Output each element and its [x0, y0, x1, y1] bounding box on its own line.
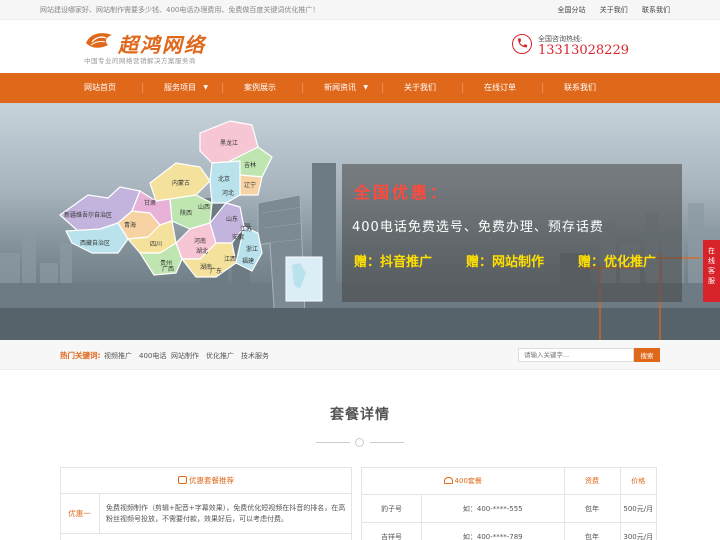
- top-link-branches[interactable]: 全国分站: [558, 6, 586, 14]
- promo-gift-website: 赠：网站制作: [466, 255, 545, 270]
- hero-banner[interactable]: 新疆维吾尔自治区 西藏自治区 青海 甘肃 四川 内蒙古 黑龙江 吉林 辽宁 北京…: [0, 103, 720, 340]
- table-header-price: 价格: [619, 467, 657, 495]
- table-header-fee: 资费: [563, 467, 621, 495]
- package-row-label: 优惠一: [60, 494, 100, 533]
- top-links: 全国分站 关于我们 联系我们: [546, 5, 670, 15]
- package-panel-title: 优惠套餐推荐: [189, 476, 234, 485]
- nav-divider: [142, 83, 143, 93]
- china-map: [59, 120, 273, 278]
- hot-keyword-website[interactable]: 网站制作: [171, 351, 199, 361]
- table-cell: 300元/月: [619, 522, 657, 540]
- table-cell: 豹子号: [361, 494, 422, 523]
- hot-keywords-bar: 热门关键词: 视频推广 400电话 网站制作 优化推广 技术服务 搜索: [0, 340, 720, 370]
- svg-text:黑龙江: 黑龙江: [220, 139, 238, 147]
- table-row: 吉祥号 如：400-****-789 包年 300元/月: [361, 522, 657, 540]
- svg-text:福建: 福建: [242, 257, 254, 265]
- nav-item-about[interactable]: 关于我们: [404, 73, 436, 103]
- logo-text[interactable]: 超鸿网络: [118, 29, 206, 58]
- svg-text:青海: 青海: [124, 221, 136, 229]
- hotline-number: 13313028229: [538, 43, 629, 58]
- top-link-about[interactable]: 关于我们: [600, 6, 628, 14]
- svg-text:四川: 四川: [150, 241, 162, 248]
- svg-text:湖北: 湖北: [196, 247, 208, 255]
- 400-package-table: 400套餐 资费 价格 豹子号 如：400-****-555 包年 500元/月…: [361, 467, 657, 540]
- main-nav: 网站首页 服务项目 ▼ 案例展示 新闻资讯 ▼ 关于我们 在线订单 联系我们: [0, 73, 720, 103]
- online-service-tab[interactable]: 在线客服: [703, 240, 720, 302]
- nav-item-cases[interactable]: 案例展示: [244, 73, 276, 103]
- svg-text:辽宁: 辽宁: [244, 181, 256, 189]
- svg-text:内蒙古: 内蒙古: [172, 179, 190, 187]
- table-header-package: 400套餐: [361, 467, 565, 495]
- nav-divider: [222, 83, 223, 93]
- svg-text:河北: 河北: [222, 189, 234, 197]
- top-notice: 网站建设哪家好、网站制作需要多少钱、400电话办理费用、免费做百度关键词优化推广…: [40, 6, 320, 14]
- svg-text:山西: 山西: [198, 203, 210, 211]
- svg-text:江苏: 江苏: [240, 225, 252, 233]
- svg-text:安徽: 安徽: [232, 233, 244, 241]
- nav-item-services-label: 服务项目: [164, 83, 196, 92]
- top-bar: 网站建设哪家好、网站制作需要多少钱、400电话办理费用、免费做百度关键词优化推广…: [0, 0, 720, 20]
- title-divider: [370, 442, 404, 443]
- table-cell: 500元/月: [619, 494, 657, 523]
- svg-text:西藏自治区: 西藏自治区: [80, 239, 110, 247]
- package-row-text: 免费视频制作（剪辑+配音+字幕效果），免费优化短视频在抖音的排名，在高粉丝视频号…: [106, 504, 346, 523]
- search-button[interactable]: 搜索: [634, 348, 660, 362]
- site-header: 超鸿网络 中国专业的网络营销解决方案服务商 全国咨询热线: 1331302822…: [0, 20, 720, 73]
- svg-text:广东: 广东: [210, 267, 222, 275]
- promo-gift-seo: 赠：优化推广: [578, 255, 657, 270]
- nav-divider: [302, 83, 303, 93]
- top-link-contact[interactable]: 联系我们: [642, 6, 670, 14]
- hot-keyword-video[interactable]: 视频推广: [104, 351, 132, 361]
- table-cell: 包年: [563, 494, 621, 523]
- svg-text:江西: 江西: [224, 256, 236, 263]
- caret-down-icon: ▼: [363, 84, 368, 91]
- nav-divider: [382, 83, 383, 93]
- nav-item-contact[interactable]: 联系我们: [564, 73, 596, 103]
- svg-text:北京: 北京: [218, 175, 230, 183]
- svg-text:浙江: 浙江: [246, 245, 258, 253]
- package-icon: [443, 477, 453, 484]
- promo-gift-douyin: 赠：抖音推广: [354, 255, 433, 270]
- logo-icon: [86, 33, 112, 48]
- table-cell: 如：400-****-555: [421, 494, 565, 523]
- svg-text:广西: 广西: [162, 265, 174, 273]
- section-title: 套餐详情: [330, 407, 390, 423]
- svg-text:山东: 山东: [226, 215, 238, 223]
- nav-item-services[interactable]: 服务项目 ▼: [164, 73, 208, 103]
- hot-keyword-400[interactable]: 400电话: [139, 351, 166, 361]
- table-cell: 吉祥号: [361, 522, 422, 540]
- gift-icon: [178, 476, 187, 484]
- nav-divider: [462, 83, 463, 93]
- svg-text:甘肃: 甘肃: [144, 199, 156, 207]
- nav-item-news[interactable]: 新闻资讯 ▼: [324, 73, 368, 103]
- title-divider: [316, 442, 350, 443]
- title-dot-icon: [355, 438, 364, 447]
- hot-keywords-label: 热门关键词:: [60, 351, 101, 360]
- nav-divider: [542, 83, 543, 93]
- caret-down-icon: ▼: [203, 84, 208, 91]
- package-row: 优惠一 免费视频制作（剪辑+配音+字幕效果），免费优化短视频在抖音的排名，在高粉…: [60, 494, 352, 534]
- table-cell: 如：400-****-789: [421, 522, 565, 540]
- logo-subtitle: 中国专业的网络营销解决方案服务商: [84, 57, 196, 65]
- nav-item-home[interactable]: 网站首页: [84, 73, 116, 103]
- nav-item-order[interactable]: 在线订单: [484, 73, 516, 103]
- promo-title: 全国优惠：: [354, 183, 450, 202]
- online-service-label: 在线客服: [708, 247, 715, 285]
- package-panel-header: 优惠套餐推荐: [60, 467, 352, 494]
- search-input[interactable]: [518, 348, 634, 362]
- phone-icon: [512, 34, 532, 54]
- hot-keyword-tech[interactable]: 技术服务: [241, 351, 269, 361]
- table-cell: 包年: [563, 522, 621, 540]
- svg-text:吉林: 吉林: [244, 161, 256, 169]
- nav-item-news-label: 新闻资讯: [324, 83, 356, 92]
- table-row: 豹子号 如：400-****-555 包年 500元/月: [361, 494, 657, 523]
- promo-line: 400电话免费选号、免费办理、预存话费: [352, 220, 604, 235]
- svg-text:河南: 河南: [194, 237, 206, 245]
- svg-text:新疆维吾尔自治区: 新疆维吾尔自治区: [64, 211, 112, 219]
- svg-text:陕西: 陕西: [180, 209, 192, 217]
- hot-keyword-seo[interactable]: 优化推广: [206, 351, 234, 361]
